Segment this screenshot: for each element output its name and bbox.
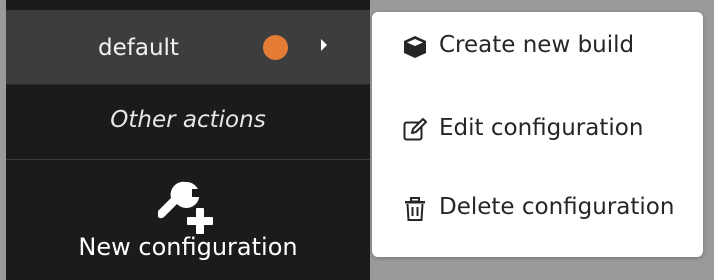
previous-row [6, 0, 370, 11]
menu-item-edit-configuration[interactable]: Edit configuration [372, 105, 703, 155]
config-actions-menu: Create new build Edit configuration Dele… [372, 12, 703, 257]
configuration-sidebar: default Other actions New configuration [6, 0, 370, 280]
new-configuration-button[interactable]: New configuration [6, 160, 370, 280]
new-configuration-label: New configuration [78, 233, 298, 261]
menu-item-create-build[interactable]: Create new build [372, 22, 703, 72]
trash-icon [405, 197, 425, 221]
status-dot [263, 35, 288, 60]
other-actions-heading: Other actions [110, 107, 266, 133]
caret-right-icon[interactable] [321, 39, 327, 51]
cube-icon [404, 36, 426, 58]
edit-icon [403, 118, 427, 141]
config-name: default [98, 35, 179, 61]
config-item-default[interactable]: default [6, 11, 370, 85]
menu-item-label: Create new build [439, 32, 635, 58]
wrench-plus-icon [158, 181, 213, 234]
menu-item-label: Delete configuration [439, 194, 675, 220]
menu-item-delete-configuration[interactable]: Delete configuration [372, 184, 703, 234]
menu-item-label: Edit configuration [439, 115, 644, 141]
